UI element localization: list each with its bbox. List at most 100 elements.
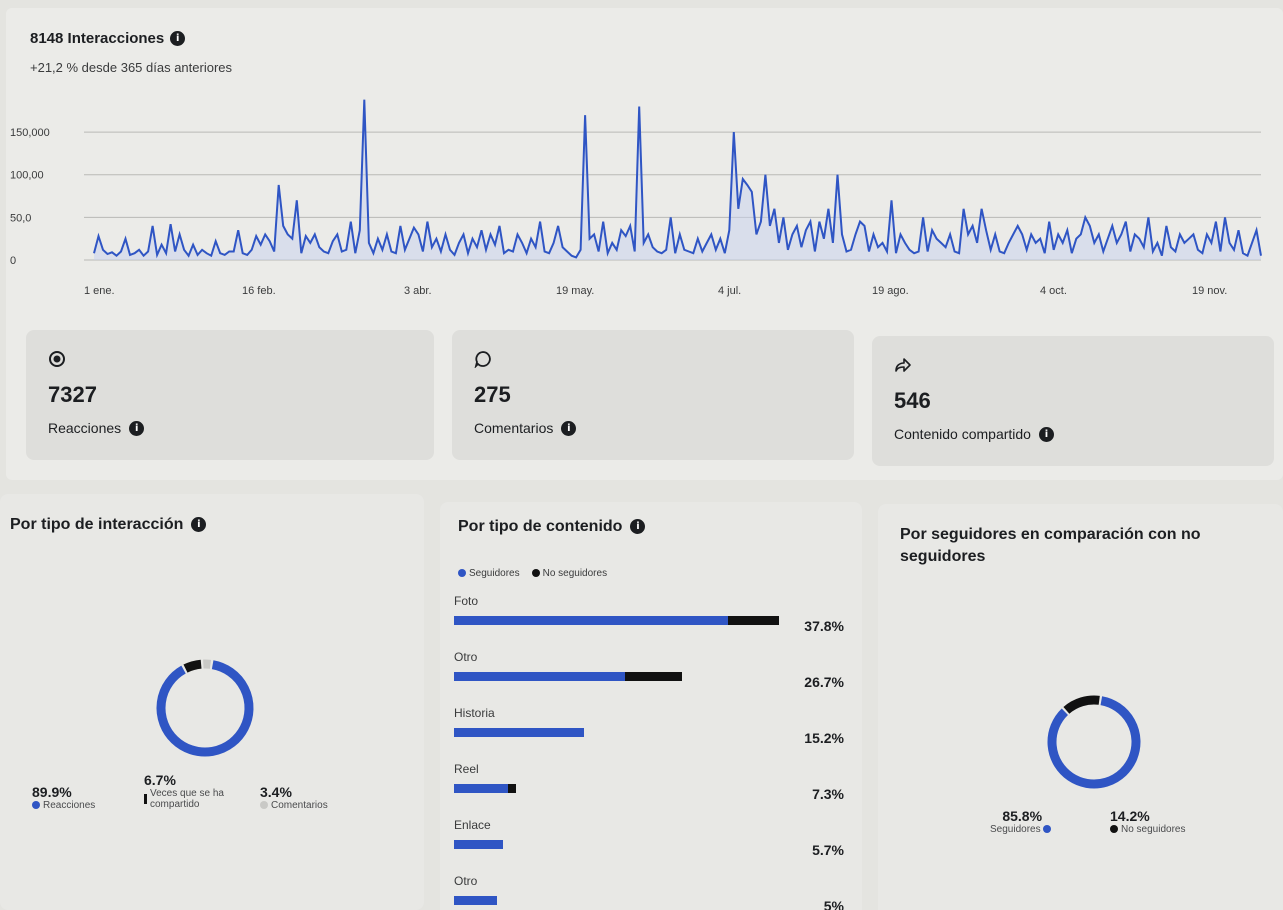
nonfollowers-pct: 14.2%	[1110, 808, 1150, 824]
legend-dot	[32, 801, 40, 810]
legend-item-shares: 6.7% Veces que se ha compartido	[144, 772, 254, 810]
nonfollowers-caption: No seguidores	[1121, 824, 1186, 835]
bar-followers-segment	[454, 784, 508, 793]
interactions-panel: 8148 Interacciones i +21,2 % desde 365 d…	[6, 8, 1283, 480]
bar-nonfollowers-segment	[625, 672, 683, 681]
bar-nonfollowers-segment	[507, 784, 517, 793]
interactions-title-text: 8148 Interacciones	[30, 30, 165, 47]
by-followers-title: Por seguidores en comparación con no seg…	[900, 526, 1201, 565]
reactions-pct: 89.9%	[32, 784, 72, 800]
content-bar-pct: 15.2%	[804, 730, 844, 746]
by-content-title: Por tipo de contenido i	[458, 516, 646, 538]
reactions-value: 7327	[48, 382, 97, 407]
comments-caption: Comentarios	[271, 800, 328, 811]
shares-label: Contenido compartido i	[894, 426, 1054, 442]
bar-followers-segment	[454, 896, 497, 905]
bar-followers-segment	[454, 728, 584, 737]
shares-pct: 6.7%	[144, 772, 176, 788]
legend-item-nonfollowers: 14.2% No seguidores	[1110, 808, 1185, 835]
content-bar-pct: 7.3%	[812, 786, 844, 802]
content-bar	[454, 784, 517, 793]
content-bar-label: Reel	[454, 762, 479, 776]
content-bar	[454, 840, 503, 849]
content-bar-label: Enlace	[454, 818, 491, 832]
by-content-title-text: Por tipo de contenido	[458, 518, 623, 535]
legend-followers-label: Seguidores	[469, 568, 520, 579]
y-tick-label: 50,0	[10, 212, 31, 224]
by-interaction-panel: Por tipo de interacción i 89.9% Reaccion…	[0, 494, 424, 910]
x-tick-label: 4 jul.	[718, 285, 741, 297]
comments-pct: 3.4%	[260, 784, 292, 800]
legend-dot	[144, 794, 147, 804]
info-icon[interactable]: i	[129, 420, 145, 436]
series-area	[94, 99, 1261, 260]
reactions-caption: Reacciones	[43, 800, 96, 811]
donut-slice	[183, 659, 202, 673]
info-icon[interactable]: i	[561, 420, 577, 436]
content-bar-pct: 26.7%	[804, 674, 844, 690]
info-icon[interactable]: i	[170, 31, 186, 46]
content-bar-row: Foto 37.8%	[454, 594, 844, 649]
followers-donut-chart	[1047, 695, 1141, 789]
shares-label-text: Contenido compartido	[894, 426, 1031, 442]
interactions-line-chart: 0 50,0 100,00 150,000 1 ene. 16 feb. 3 abr. 19 …	[10, 99, 1262, 297]
legend-dot	[1110, 825, 1118, 834]
comments-value: 275	[474, 382, 511, 407]
by-followers-panel: Por seguidores en comparación con no seg…	[878, 504, 1283, 910]
content-bar	[454, 616, 779, 625]
shares-value: 546	[894, 388, 931, 413]
by-interaction-title-text: Por tipo de interacción	[10, 516, 184, 533]
legend-nonfollowers: No seguidores	[531, 568, 608, 579]
insights-dashboard: 8148 Interacciones i +21,2 % desde 365 d…	[0, 0, 1283, 910]
reactions-card[interactable]: 7327 Reacciones i	[26, 330, 434, 460]
content-bar-row: Otro 26.7%	[454, 650, 844, 705]
followers-pct: 85.8%	[1002, 808, 1043, 824]
bar-followers-segment	[454, 672, 626, 681]
content-bar-row: Enlace 5.7%	[454, 818, 844, 873]
shares-caption: Veces que se ha compartido	[150, 788, 224, 810]
y-tick-label: 0	[10, 255, 16, 267]
shares-card[interactable]: 546 Contenido compartido i	[872, 336, 1274, 466]
content-bar	[454, 672, 683, 681]
x-tick-label: 19 ago.	[872, 285, 909, 297]
content-bar-label: Otro	[454, 650, 478, 664]
content-bar-label: Foto	[454, 594, 479, 608]
content-bar-pct: 5%	[823, 898, 844, 910]
legend-nonfollowers-label: No seguidores	[542, 568, 608, 579]
content-bar	[454, 728, 584, 737]
info-icon[interactable]: i	[630, 519, 646, 534]
legend-item-reactions: 89.9% Reacciones	[32, 784, 95, 811]
donut-slice	[1047, 696, 1141, 789]
interaction-donut-chart	[156, 659, 254, 757]
content-bar-row: Historia 15.2%	[454, 706, 844, 761]
info-icon[interactable]: i	[191, 517, 207, 532]
bar-followers-segment	[454, 840, 503, 849]
content-bar-row: Otro 5%	[454, 874, 844, 910]
by-content-panel: Por tipo de contenido i Seguidores No se…	[440, 502, 862, 910]
x-tick-label: 19 may.	[556, 285, 594, 297]
content-bar-label: Otro	[454, 874, 478, 888]
interactions-title: 8148 Interacciones i	[30, 30, 186, 47]
y-tick-label: 100,00	[10, 170, 44, 182]
content-bar	[454, 896, 497, 905]
donut-slice	[156, 660, 254, 757]
comment-icon	[474, 350, 492, 373]
x-tick-label: 1 ene.	[84, 285, 115, 297]
by-interaction-title: Por tipo de interacción i	[10, 514, 207, 536]
content-legend: Seguidores No seguidores	[458, 568, 607, 579]
content-bar-label: Historia	[454, 706, 495, 720]
legend-followers: Seguidores	[458, 568, 520, 579]
info-icon[interactable]: i	[1038, 426, 1054, 442]
y-tick-label: 150,000	[10, 127, 50, 139]
reaction-icon	[48, 350, 66, 373]
followers-caption: Seguidores	[990, 824, 1041, 835]
comments-label: Comentarios i	[474, 420, 577, 436]
x-tick-label: 16 feb.	[242, 285, 276, 297]
x-tick-label: 4 oct.	[1040, 285, 1067, 297]
content-bar-row: Reel 7.3%	[454, 762, 844, 817]
bar-nonfollowers-segment	[727, 616, 779, 625]
comments-card[interactable]: 275 Comentarios i	[452, 330, 854, 460]
donut-slice	[1063, 695, 1100, 714]
bar-followers-segment	[454, 616, 728, 625]
legend-dot	[1043, 825, 1052, 834]
